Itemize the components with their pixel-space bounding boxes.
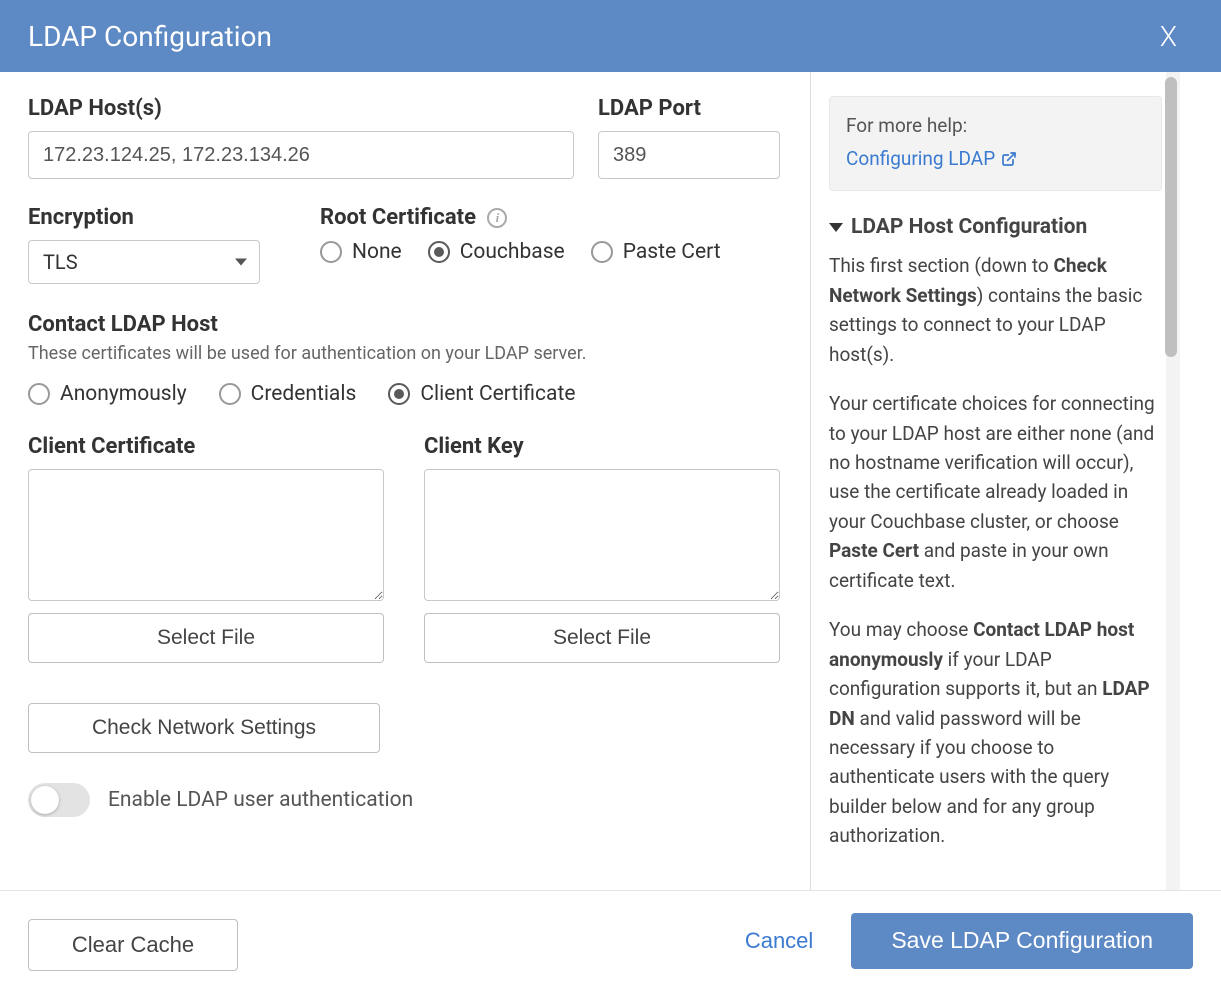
- info-icon[interactable]: i: [487, 208, 507, 228]
- ldap-port-label: LDAP Port: [598, 96, 780, 121]
- dialog-title: LDAP Configuration: [28, 20, 272, 53]
- client-key-textarea[interactable]: [424, 469, 780, 601]
- root-cert-none-radio[interactable]: None: [320, 240, 402, 264]
- encryption-value: TLS: [43, 250, 78, 274]
- toggle-knob: [31, 786, 59, 814]
- encryption-select[interactable]: TLS: [28, 240, 260, 284]
- dialog-footer: Clear Cache Cancel Save LDAP Configurati…: [0, 890, 1221, 990]
- scrollbar-thumb[interactable]: [1165, 77, 1177, 357]
- chevron-down-icon: [235, 259, 247, 266]
- enable-ldap-auth-label: Enable LDAP user authentication: [108, 788, 413, 812]
- client-cert-label: Client Certificate: [28, 434, 384, 459]
- client-cert-select-file-button[interactable]: Select File: [28, 613, 384, 663]
- configuring-ldap-link[interactable]: Configuring LDAP: [846, 144, 1017, 173]
- client-key-label: Client Key: [424, 434, 780, 459]
- contact-host-label: Contact LDAP Host: [28, 312, 780, 337]
- encryption-label: Encryption: [28, 205, 260, 230]
- contact-clientcert-radio[interactable]: Client Certificate: [388, 382, 575, 406]
- help-panel: For more help: Configuring LDAP LDAP Hos…: [810, 72, 1180, 890]
- check-network-settings-button[interactable]: Check Network Settings: [28, 703, 380, 753]
- clear-cache-button[interactable]: Clear Cache: [28, 919, 238, 971]
- ldap-port-input[interactable]: [598, 131, 780, 179]
- root-cert-label: Root Certificate i: [320, 205, 780, 230]
- close-icon[interactable]: X: [1160, 20, 1193, 53]
- help-paragraph-2: Your certificate choices for connecting …: [829, 389, 1162, 595]
- root-cert-paste-radio[interactable]: Paste Cert: [591, 240, 721, 264]
- radio-icon: [320, 241, 342, 263]
- dialog-header: LDAP Configuration X: [0, 0, 1221, 72]
- enable-ldap-auth-toggle[interactable]: [28, 783, 90, 817]
- help-for-more: For more help:: [846, 111, 1145, 140]
- radio-icon: [28, 383, 50, 405]
- client-cert-textarea[interactable]: [28, 469, 384, 601]
- client-key-select-file-button[interactable]: Select File: [424, 613, 780, 663]
- help-paragraph-3: You may choose Contact LDAP host anonymo…: [829, 615, 1162, 851]
- dialog-content: LDAP Host(s) LDAP Port Encryption TLS Ro…: [0, 72, 1221, 890]
- radio-icon: [219, 383, 241, 405]
- left-panel: LDAP Host(s) LDAP Port Encryption TLS Ro…: [0, 72, 810, 890]
- contact-creds-radio[interactable]: Credentials: [219, 382, 357, 406]
- contact-host-sub: These certificates will be used for auth…: [28, 343, 780, 364]
- ldap-hosts-label: LDAP Host(s): [28, 96, 574, 121]
- help-paragraph-1: This first section (down to Check Networ…: [829, 251, 1162, 369]
- radio-icon: [591, 241, 613, 263]
- root-cert-couchbase-radio[interactable]: Couchbase: [428, 240, 565, 264]
- help-section-header[interactable]: LDAP Host Configuration: [829, 211, 1162, 244]
- radio-icon: [388, 383, 410, 405]
- cancel-button[interactable]: Cancel: [745, 928, 813, 954]
- contact-anon-radio[interactable]: Anonymously: [28, 382, 187, 406]
- radio-icon: [428, 241, 450, 263]
- caret-down-icon: [829, 223, 843, 232]
- external-link-icon: [1001, 151, 1017, 167]
- ldap-hosts-input[interactable]: [28, 131, 574, 179]
- help-box: For more help: Configuring LDAP: [829, 96, 1162, 191]
- save-ldap-config-button[interactable]: Save LDAP Configuration: [851, 913, 1193, 969]
